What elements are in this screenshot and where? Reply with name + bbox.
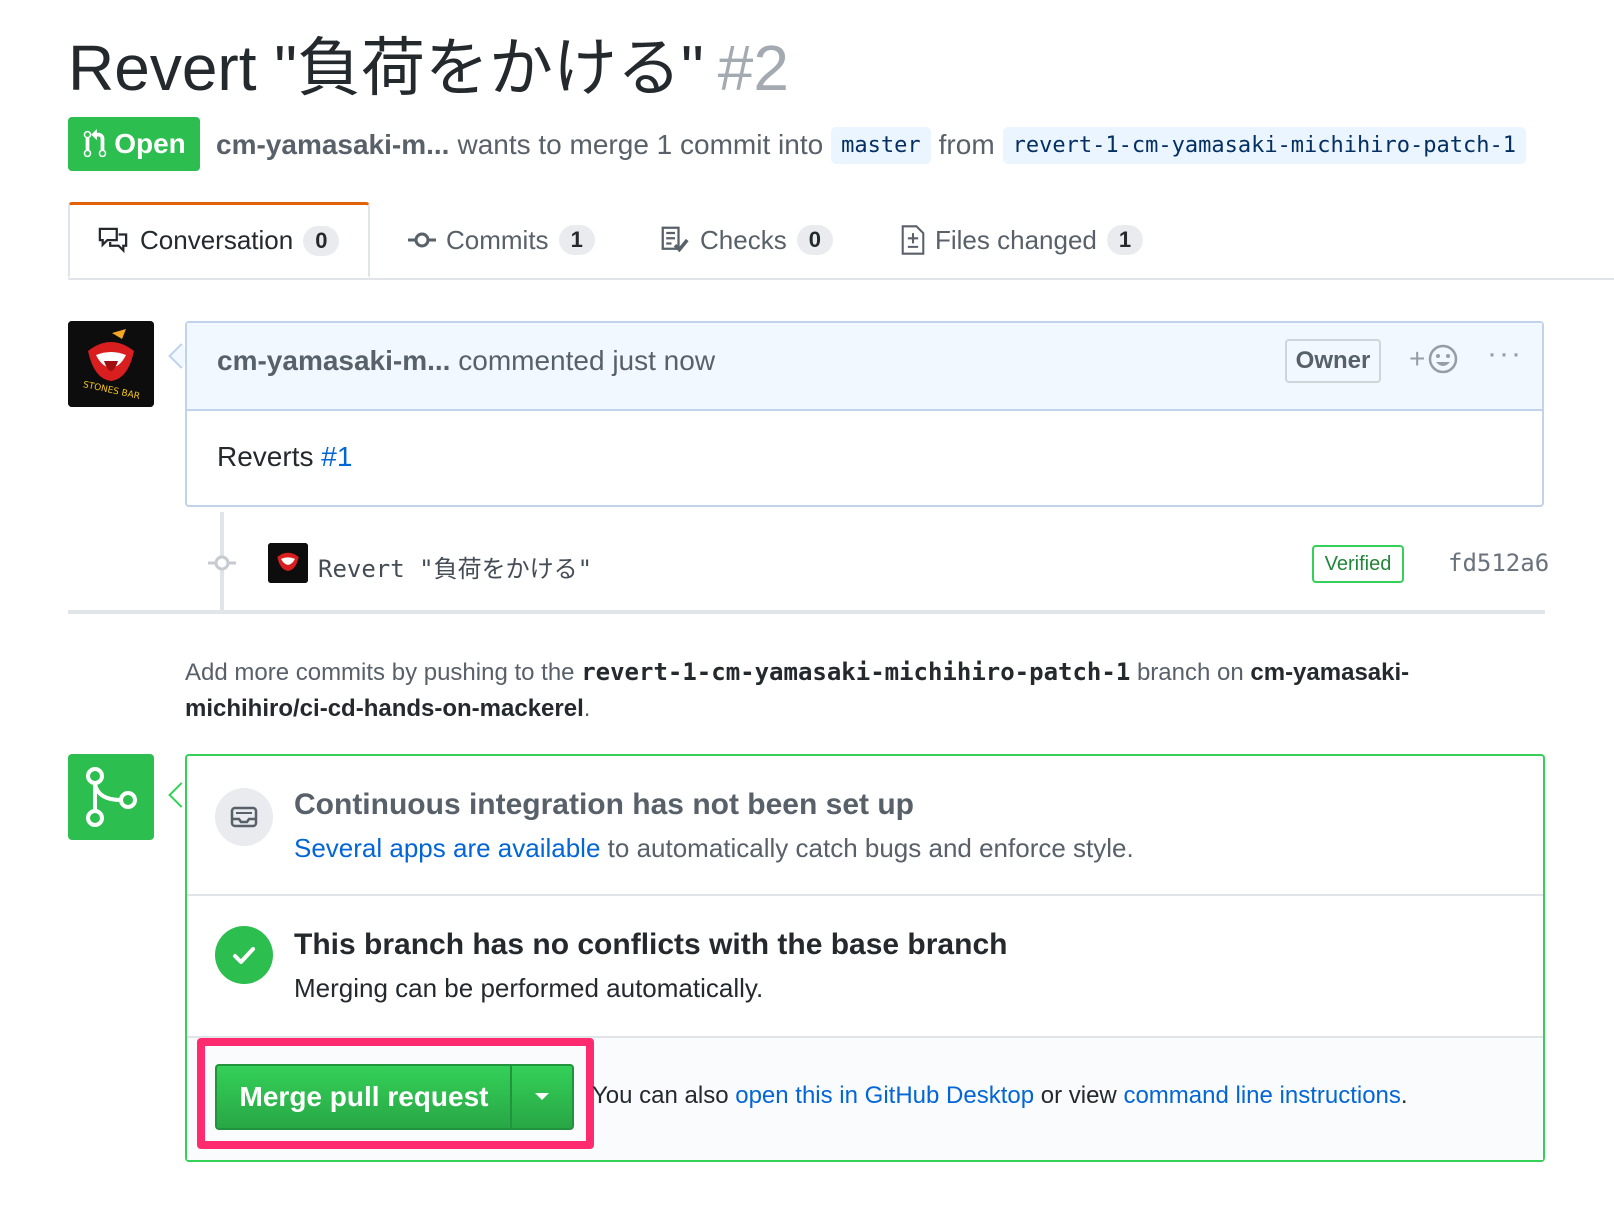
checklist-icon [661,226,689,253]
git-commit-icon [208,555,236,571]
tab-conversation[interactable]: Conversation 0 [68,202,370,278]
tab-checks[interactable]: Checks 0 [660,202,833,278]
pr-title-text: Revert "負荷をかける" [68,32,704,104]
verified-badge[interactable]: Verified [1312,545,1404,583]
tab-label: Checks [700,224,787,255]
pr-tabs: Conversation 0 Commits 1 Checks 0 Files … [68,202,1614,280]
comment-meta: cm-yamasaki-m... commented just now [217,345,715,377]
pr-from-text: from [938,129,995,160]
smiley-icon [1429,344,1458,374]
ci-icon-wrap [215,788,273,846]
notice-middle: branch on [1136,659,1244,686]
add-reaction-button[interactable]: + [1409,343,1459,375]
period: . [1400,1082,1408,1109]
git-merge-icon [68,754,154,840]
check-glyph [233,947,255,964]
pr-author-link[interactable]: cm-yamasaki-m... [216,129,449,161]
tab-counter: 1 [558,225,595,255]
ci-apps-link[interactable]: Several apps are available [294,833,600,863]
commit-author-avatar[interactable] [268,543,308,583]
git-merge-glyph [86,767,137,827]
pr-merge-text: wants to merge 1 commit into [457,129,824,160]
comment-header: cm-yamasaki-m... commented just now Owne… [187,323,1542,411]
comment-author-link[interactable]: cm-yamasaki-m... [217,345,450,376]
comment-body-text: Reverts [217,441,314,472]
stones-bar-logo-icon [268,543,308,583]
comment-timestamp: commented just now [458,345,716,376]
github-desktop-link[interactable]: open this in GitHub Desktop [735,1082,1034,1109]
or-view-text: or view [1040,1082,1117,1109]
diff-icon [901,225,925,255]
ci-title: Continuous integration has not been set … [294,788,914,821]
pr-state-badge: Open [68,117,200,171]
git-commit-icon [408,232,436,248]
stones-bar-logo-icon: STONES BAR [68,321,154,407]
tab-label: Conversation [140,225,294,255]
tab-counter: 1 [1106,225,1144,255]
kebab-menu-button[interactable]: ··· [1487,337,1523,371]
push-notice: Add more commits by pushing to the rever… [185,654,1455,727]
head-branch-label[interactable]: revert-1-cm-yamasaki-michihiro-patch-1 [1002,126,1526,164]
comment-box: cm-yamasaki-m... commented just now Owne… [185,321,1544,507]
comment-body: Reverts #1 [217,441,352,473]
base-branch-label[interactable]: master [831,126,931,164]
also-prefix: You can also [592,1082,729,1109]
conflict-status-section: This branch has no conflicts with the ba… [187,896,1543,1038]
plus-label: + [1409,343,1426,374]
issue-link[interactable]: #1 [321,441,352,472]
tab-files-changed[interactable]: Files changed 1 [901,202,1144,278]
commit-message-link[interactable]: Revert "負荷をかける" [318,549,592,584]
tab-label: Commits [446,224,549,255]
ci-description: Several apps are available to automatica… [294,833,1134,864]
merge-method-dropdown[interactable] [510,1064,574,1130]
notice-prefix: Add more commits by pushing to the [185,659,575,686]
ci-status-section: Continuous integration has not been set … [187,756,1543,896]
pr-number: #2 [717,32,789,104]
owner-badge: Owner [1285,339,1381,383]
commit-sha-link[interactable]: fd512a6 [1448,549,1549,577]
merge-alternatives: You can also open this in GitHub Desktop… [592,1082,1408,1110]
merge-pull-request-button[interactable]: Merge pull request [215,1064,511,1130]
comment-discussion-icon [98,227,128,253]
avatar[interactable]: STONES BAR [68,321,154,407]
tab-counter: 0 [796,225,833,255]
inbox-icon [230,806,258,828]
git-pull-request-icon [83,129,107,158]
tab-counter: 0 [303,225,340,256]
conflict-title: This branch has no conflicts with the ba… [294,928,1008,961]
conflict-description: Merging can be performed automatically. [294,973,764,1003]
notice-suffix: . [583,695,591,722]
ci-desc-rest: to automatically catch bugs and enforce … [607,833,1134,863]
pr-state-label: Open [114,128,186,159]
check-icon [215,926,273,984]
triangle-down-icon [535,1093,549,1100]
pr-title: Revert "負荷をかける" #2 [68,30,789,106]
tab-label: Files changed [935,224,1097,255]
command-line-instructions-link[interactable]: command line instructions [1123,1082,1400,1109]
notice-branch: revert-1-cm-yamasaki-michihiro-patch-1 [581,658,1131,686]
timeline-divider [68,610,1545,614]
pr-meta: cm-yamasaki-m... wants to merge 1 commit… [216,122,1526,168]
tab-commits[interactable]: Commits 1 [408,202,595,278]
